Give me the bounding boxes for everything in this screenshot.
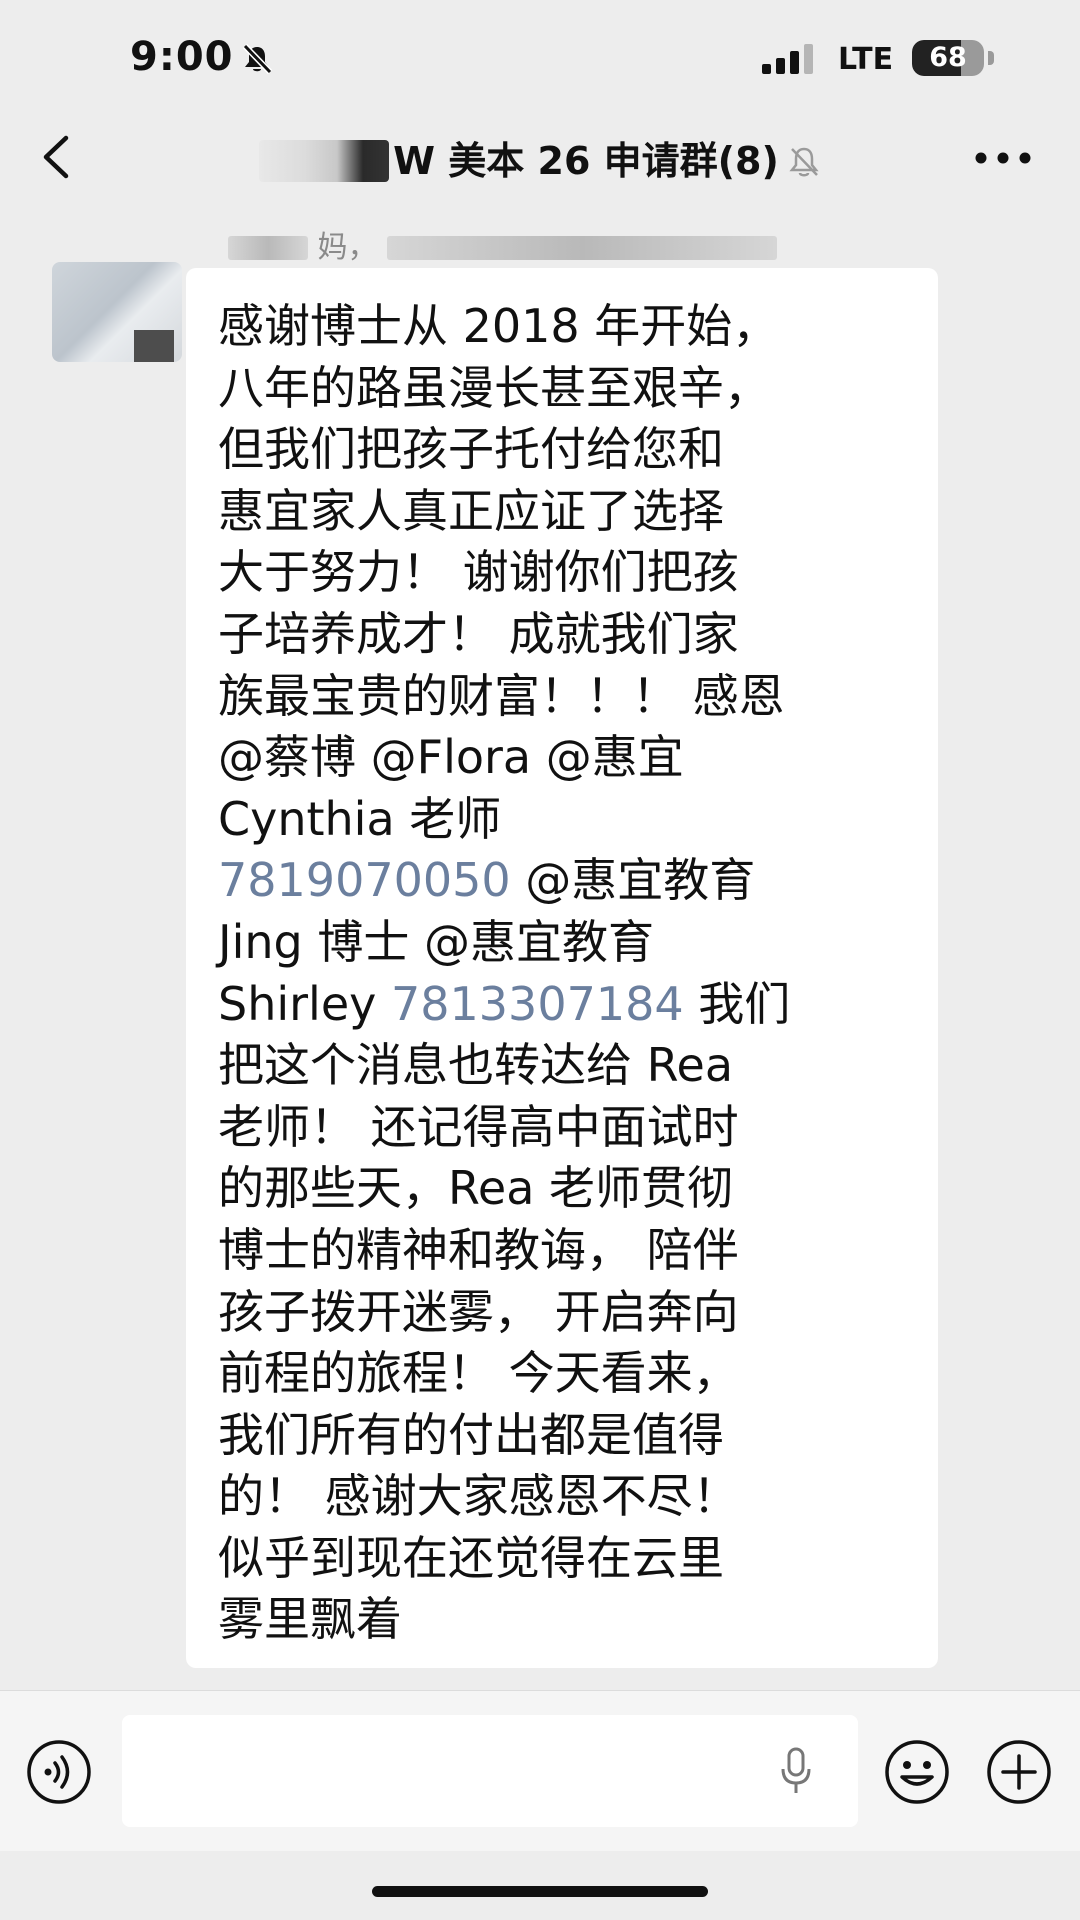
plus-icon[interactable] <box>986 1739 1052 1809</box>
message-line: 前程的旅程！ 今天看来， <box>218 1343 918 1405</box>
message-line: 但我们把孩子托付给您和 <box>218 419 918 481</box>
message-line: Cynthia 老师 <box>218 789 918 851</box>
message-line: Shirley 7813307184 我们 <box>218 974 918 1036</box>
message-segment: 但我们把孩子托付给您和 <box>218 422 724 477</box>
mic-icon[interactable] <box>780 1747 812 1799</box>
blurred-title-prefix <box>259 140 390 182</box>
status-bar: 9:00 LTE 68 <box>0 0 1080 120</box>
message-line: 我们所有的付出都是值得 <box>218 1405 918 1467</box>
battery-icon: 68 <box>912 40 984 76</box>
bell-off-icon <box>240 42 274 80</box>
message-line: 大于努力！ 谢谢你们把孩 <box>218 542 918 604</box>
message-segment: 族最宝贵的财富！！！ 感恩 <box>218 668 785 723</box>
message-segment: 似乎到现在还觉得在云里 <box>218 1530 724 1585</box>
message-segment: 我们所有的付出都是值得 <box>218 1407 724 1462</box>
message-line: 老师！ 还记得高中面试时 <box>218 1097 918 1159</box>
message-line: @蔡博 @Flora @惠宜 <box>218 727 918 789</box>
phone-link[interactable]: 7813307184 <box>391 977 684 1031</box>
home-indicator <box>372 1886 708 1897</box>
message-line: Jing 博士 @惠宜教育 <box>218 912 918 974</box>
message-segment: 博士的精神和教诲， 陪伴 <box>218 1222 739 1277</box>
name-blur <box>387 236 778 260</box>
message-line: 惠宜家人真正应证了选择 <box>218 481 918 543</box>
message-segment: Cynthia 老师 <box>218 791 502 846</box>
signal-icon <box>762 44 818 78</box>
message-line: 的！ 感谢大家感恩不尽！ <box>218 1466 918 1528</box>
voice-icon[interactable] <box>26 1739 92 1809</box>
message-segment: Shirley <box>218 976 391 1031</box>
phone-link[interactable]: 7819070050 <box>218 853 511 907</box>
avatar[interactable] <box>52 262 182 362</box>
message-line: 似乎到现在还觉得在云里 <box>218 1528 918 1590</box>
message-line: 八年的路虽漫长甚至艰辛， <box>218 358 918 420</box>
message-segment: 老师！ 还记得高中面试时 <box>218 1099 739 1154</box>
message-segment: 把这个消息也转达给 Rea <box>218 1038 734 1093</box>
chat-title: W 美本 26 申请群(8) <box>393 139 779 183</box>
input-bar <box>0 1690 1080 1851</box>
emoji-icon[interactable] <box>884 1739 950 1809</box>
battery-tip <box>988 51 994 65</box>
message-line: 孩子拨开迷雾， 开启奔向 <box>218 1282 918 1344</box>
message-segment: 前程的旅程！ 今天看来， <box>218 1346 739 1401</box>
message-line: 族最宝贵的财富！！！ 感恩 <box>218 666 918 728</box>
message-segment: 感谢博士从 2018 年开始， <box>218 299 779 353</box>
message-line: 子培养成才！ 成就我们家 <box>218 604 918 666</box>
message-line: 雾里飘着 <box>218 1589 918 1651</box>
message-segment: 的！ 感谢大家感恩不尽！ <box>218 1469 739 1524</box>
name-blur <box>228 236 308 260</box>
message-segment: 我们 <box>683 976 791 1031</box>
mute-bell-icon <box>787 144 821 189</box>
message-segment: 的那些天，Rea 老师贯彻 <box>218 1161 734 1216</box>
message-text: 感谢博士从 2018 年开始， 八年的路虽漫长甚至艰辛， 但我们把孩子托付给您和 惠宜… <box>218 296 918 1651</box>
message-line: 博士的精神和教诲， 陪伴 <box>218 1220 918 1282</box>
message-line: 把这个消息也转达给 Rea <box>218 1035 918 1097</box>
message-line: 的那些天，Rea 老师贯彻 <box>218 1158 918 1220</box>
status-time: 9:00 <box>130 34 234 80</box>
more-icon[interactable] <box>974 150 1032 169</box>
chat-title-wrap: W 美本 26 申请群(8) <box>0 130 1080 189</box>
chat-header: W 美本 26 申请群(8) <box>0 112 1080 202</box>
message-segment: 惠宜家人真正应证了选择 <box>218 483 724 538</box>
avatar-shape <box>134 330 174 362</box>
message-segment: 八年的路虽漫长甚至艰辛， <box>218 360 770 415</box>
message-segment: 雾里飘着 <box>218 1592 402 1647</box>
network-type: LTE <box>838 42 894 77</box>
message-segment: Jing 博士 @惠宜教育 <box>218 914 654 969</box>
message-segment: @惠宜教育 <box>510 853 756 908</box>
message-segment: 大于努力！ 谢谢你们把孩 <box>218 545 739 600</box>
message-line: 感谢博士从 2018 年开始， <box>218 296 918 358</box>
battery-percent: 68 <box>929 42 967 73</box>
message-segment: 孩子拨开迷雾， 开启奔向 <box>218 1284 739 1339</box>
message-line: 7819070050 @惠宜教育 <box>218 850 918 912</box>
message-input[interactable] <box>122 1715 858 1827</box>
sender-name-text: 妈， <box>317 230 378 265</box>
message-segment: 子培养成才！ 成就我们家 <box>218 606 739 661</box>
sender-name: 妈， <box>228 222 778 266</box>
message-segment: @蔡博 @Flora @惠宜 <box>218 730 684 785</box>
